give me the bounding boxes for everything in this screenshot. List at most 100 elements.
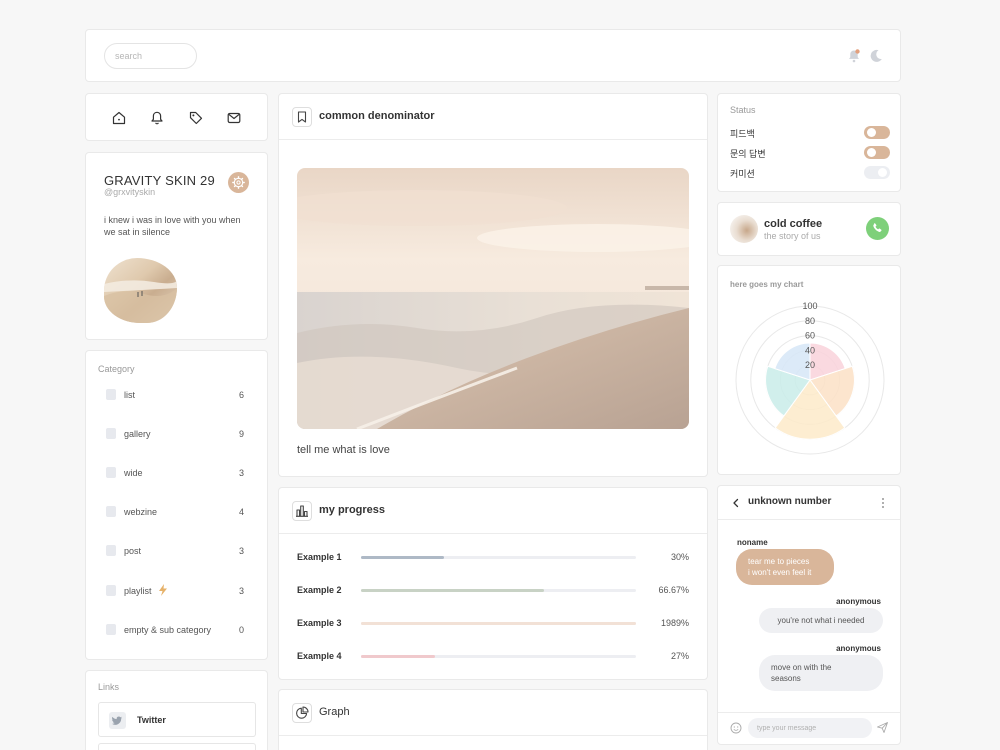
- category-label: gallery: [124, 429, 151, 439]
- category-item-playlist[interactable]: playlist 3: [104, 583, 250, 599]
- progress-title: my progress: [319, 504, 386, 516]
- progress-row: Example 1 30%: [297, 551, 689, 565]
- moon-icon[interactable]: [868, 48, 884, 64]
- profile-handle: @grxvityskin: [104, 187, 156, 197]
- status-item: 피드백: [730, 126, 890, 140]
- bell-icon[interactable]: [149, 110, 165, 126]
- progress-label: Example 1: [297, 552, 342, 562]
- send-icon[interactable]: [876, 721, 889, 734]
- nav-bar: [85, 93, 268, 141]
- progress-track: [361, 589, 636, 592]
- progress-value: 66.67%: [658, 585, 689, 595]
- category-count: 0: [238, 625, 244, 635]
- progress-value: 30%: [670, 552, 689, 562]
- track-title: cold coffee: [764, 218, 823, 230]
- category-count: 3: [238, 468, 244, 478]
- link-twitter[interactable]: Twitter: [98, 702, 256, 737]
- toggle-knob: [867, 128, 876, 137]
- links-card: Links Twitter: [85, 670, 268, 750]
- message-bubble-received: move on with the seasons: [759, 655, 883, 691]
- profile-bio: i knew i was in love with you when we sa…: [104, 215, 241, 237]
- status-label: 커미션: [730, 169, 755, 179]
- document-icon: [106, 624, 116, 635]
- polar-tick-label: 20: [805, 360, 815, 370]
- document-icon: [106, 428, 116, 439]
- mail-icon[interactable]: [226, 110, 242, 126]
- polar-tick-label: 80: [805, 316, 815, 326]
- category-item-wide[interactable]: wide 3: [104, 465, 250, 481]
- music-card: cold coffee the story of us: [717, 202, 901, 256]
- progress-row: Example 4 27%: [297, 650, 689, 664]
- document-icon: [106, 585, 116, 596]
- graph-header: Graph: [279, 690, 707, 736]
- post-caption: tell me what is love: [297, 444, 390, 456]
- tag-icon[interactable]: [188, 110, 204, 126]
- category-label: post: [124, 546, 142, 556]
- search-input[interactable]: [104, 43, 197, 69]
- polar-tick-label: 40: [805, 345, 815, 355]
- progress-fill: [361, 622, 636, 625]
- notification-dot: [855, 49, 860, 54]
- category-item-empty-sub[interactable]: empty & sub category 0: [104, 622, 250, 638]
- category-count: 4: [238, 507, 244, 517]
- message-line: tear me to pieces: [748, 557, 810, 566]
- message-sender: anonymous: [836, 597, 881, 606]
- status-toggle[interactable]: [864, 166, 890, 179]
- gear-icon: [232, 176, 245, 189]
- graph-card: Graph: [278, 689, 708, 750]
- category-item-webzine[interactable]: webzine 4: [104, 504, 250, 520]
- bar-chart-icon: [292, 501, 312, 521]
- link-label: Twitter: [137, 715, 166, 725]
- chart-card: here goes my chart 100 80 60 40 20: [717, 265, 901, 475]
- progress-value: 1989%: [660, 618, 689, 628]
- profile-name: GRAVITY SKIN 29: [104, 173, 215, 188]
- home-icon[interactable]: [111, 110, 127, 126]
- progress-track: [361, 655, 636, 658]
- category-label: empty & sub category: [124, 625, 212, 635]
- progress-value: 27%: [670, 651, 689, 661]
- category-label: playlist: [124, 586, 152, 596]
- message-sender: anonymous: [836, 644, 881, 653]
- category-count: 6: [238, 390, 244, 400]
- message-sender: noname: [737, 538, 768, 547]
- emoji-icon[interactable]: [730, 722, 742, 734]
- notification-icon[interactable]: [846, 48, 862, 64]
- toggle-knob: [878, 168, 887, 177]
- post-image: [297, 168, 689, 429]
- category-item-list[interactable]: list 6: [104, 387, 250, 403]
- progress-track: [361, 622, 636, 625]
- chevron-left-icon[interactable]: [730, 497, 742, 509]
- twitter-icon: [109, 712, 126, 729]
- polar-area-chart: 100 80 60 40 20: [735, 301, 885, 455]
- pie-chart-icon: [292, 703, 312, 723]
- status-toggle[interactable]: [864, 146, 890, 159]
- message-line: i won't even feel it: [748, 568, 812, 577]
- call-button[interactable]: [866, 217, 889, 240]
- chat-title: unknown number: [748, 496, 832, 507]
- link-second[interactable]: [98, 743, 256, 750]
- settings-button[interactable]: [228, 172, 249, 193]
- status-toggle[interactable]: [864, 126, 890, 139]
- phone-icon: [873, 223, 882, 232]
- message-input[interactable]: [748, 718, 872, 738]
- status-item: 커미션: [730, 166, 890, 180]
- document-icon: [106, 545, 116, 556]
- document-icon: [106, 467, 116, 478]
- progress-label: Example 2: [297, 585, 342, 595]
- progress-label: Example 3: [297, 618, 342, 628]
- category-label: wide: [124, 468, 143, 478]
- message-line: you're not what i needed: [777, 616, 865, 625]
- album-art: [730, 215, 758, 243]
- polar-tick-label: 100: [802, 301, 817, 311]
- profile-card: GRAVITY SKIN 29 @grxvityskin i knew i wa…: [85, 152, 268, 340]
- progress-label: Example 4: [297, 651, 342, 661]
- status-card: Status 피드백 문의 답변 커미션: [717, 93, 901, 192]
- category-item-post[interactable]: post 3: [104, 543, 250, 559]
- progress-header: my progress: [279, 488, 707, 534]
- category-count: 3: [238, 586, 244, 596]
- graph-title: Graph: [319, 706, 350, 718]
- progress-fill: [361, 589, 545, 592]
- more-vertical-icon[interactable]: [878, 496, 888, 510]
- post-title: common denominator: [319, 110, 435, 122]
- category-item-gallery[interactable]: gallery 9: [104, 426, 250, 442]
